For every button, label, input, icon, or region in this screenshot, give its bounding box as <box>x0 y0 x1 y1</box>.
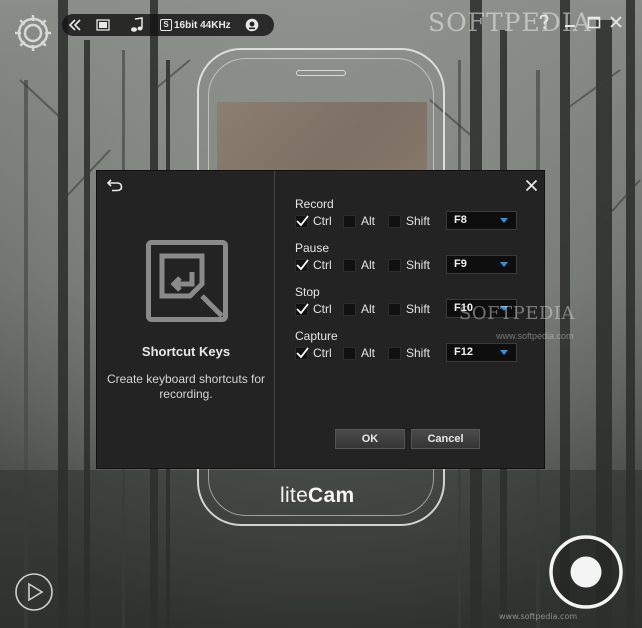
shift-label: Shift <box>406 258 431 272</box>
shortcut-label-stop: Stop <box>295 285 320 299</box>
dropdown-arrow-icon <box>500 350 508 355</box>
alt-label: Alt <box>361 346 376 360</box>
frame-rate-icon[interactable] <box>96 19 110 31</box>
alt-label: Alt <box>361 302 376 316</box>
minimize-icon[interactable] <box>562 14 578 30</box>
shift-label: Shift <box>406 214 431 228</box>
ctrl-checkbox[interactable] <box>295 347 309 360</box>
play-button[interactable] <box>14 572 54 612</box>
key-select-value: F8 <box>454 214 467 226</box>
dropdown-arrow-icon <box>500 262 508 267</box>
app-logo-bold: Cam <box>308 484 355 507</box>
audio-quality-badge: S <box>160 19 172 31</box>
ctrl-label: Ctrl <box>313 346 332 360</box>
webcam-icon[interactable] <box>245 18 259 32</box>
shortcut-key-icon <box>146 240 228 322</box>
dialog-title: Shortcut Keys <box>141 344 231 359</box>
shortcut-row-capture: Ctrl Alt Shift <box>295 345 445 363</box>
key-select-capture[interactable]: F12 <box>446 343 517 362</box>
shift-label: Shift <box>406 346 431 360</box>
maximize-icon[interactable] <box>586 14 602 30</box>
shift-checkbox[interactable] <box>388 347 401 360</box>
alt-checkbox[interactable] <box>343 259 356 272</box>
close-window-icon[interactable] <box>608 14 624 30</box>
shift-checkbox[interactable] <box>388 303 401 316</box>
shortcut-row-record: Ctrl Alt Shift <box>295 213 445 231</box>
ctrl-checkbox[interactable] <box>295 303 309 316</box>
music-note-icon[interactable] <box>130 17 144 33</box>
settings-gear-icon[interactable] <box>12 12 54 54</box>
help-icon[interactable] <box>536 14 552 30</box>
dialog-close-icon[interactable] <box>525 179 538 192</box>
key-select-value: F12 <box>454 346 473 358</box>
key-select-value: F9 <box>454 258 467 270</box>
shortcut-label-pause: Pause <box>295 241 330 255</box>
shortcut-row-pause: Ctrl Alt Shift <box>295 257 445 275</box>
record-button[interactable] <box>548 534 624 610</box>
ctrl-label: Ctrl <box>313 258 332 272</box>
double-chevron-left-icon[interactable] <box>68 18 82 32</box>
shortcut-label-capture: Capture <box>295 329 338 343</box>
shortcut-label-record: Record <box>295 197 334 211</box>
alt-checkbox[interactable] <box>343 347 356 360</box>
dialog-description: Create keyboard shortcuts for recording. <box>106 372 266 401</box>
ctrl-checkbox[interactable] <box>295 215 309 228</box>
ctrl-label: Ctrl <box>313 302 332 316</box>
key-select-pause[interactable]: F9 <box>446 255 517 274</box>
key-select-record[interactable]: F8 <box>446 211 517 230</box>
alt-label: Alt <box>361 258 376 272</box>
cancel-button[interactable]: Cancel <box>411 429 480 449</box>
ok-button[interactable]: OK <box>335 429 405 449</box>
ctrl-label: Ctrl <box>313 214 332 228</box>
frame-speaker-slot <box>296 70 346 76</box>
shift-checkbox[interactable] <box>388 215 401 228</box>
back-arrow-icon[interactable] <box>107 178 123 192</box>
ctrl-checkbox[interactable] <box>295 259 309 272</box>
audio-quality-selector[interactable]: S 16bit 44KHz <box>160 14 231 36</box>
alt-checkbox[interactable] <box>343 303 356 316</box>
shift-label: Shift <box>406 302 431 316</box>
watermark-brand-mid: SOFTPEDIA <box>459 303 575 324</box>
dropdown-arrow-icon <box>500 218 508 223</box>
app-logo-light: lite <box>280 484 309 507</box>
shift-checkbox[interactable] <box>388 259 401 272</box>
app-logo: liteCam <box>280 484 354 508</box>
alt-checkbox[interactable] <box>343 215 356 228</box>
alt-label: Alt <box>361 214 376 228</box>
watermark-url-mid: www.softpedia.com <box>496 331 574 341</box>
watermark-url-bottom: www.softpedia.com <box>499 612 578 621</box>
audio-quality-label: 16bit 44KHz <box>174 19 231 31</box>
shortcut-row-stop: Ctrl Alt Shift <box>295 301 445 319</box>
dialog-divider <box>274 171 275 468</box>
capture-toolbar: S 16bit 44KHz <box>62 14 274 36</box>
